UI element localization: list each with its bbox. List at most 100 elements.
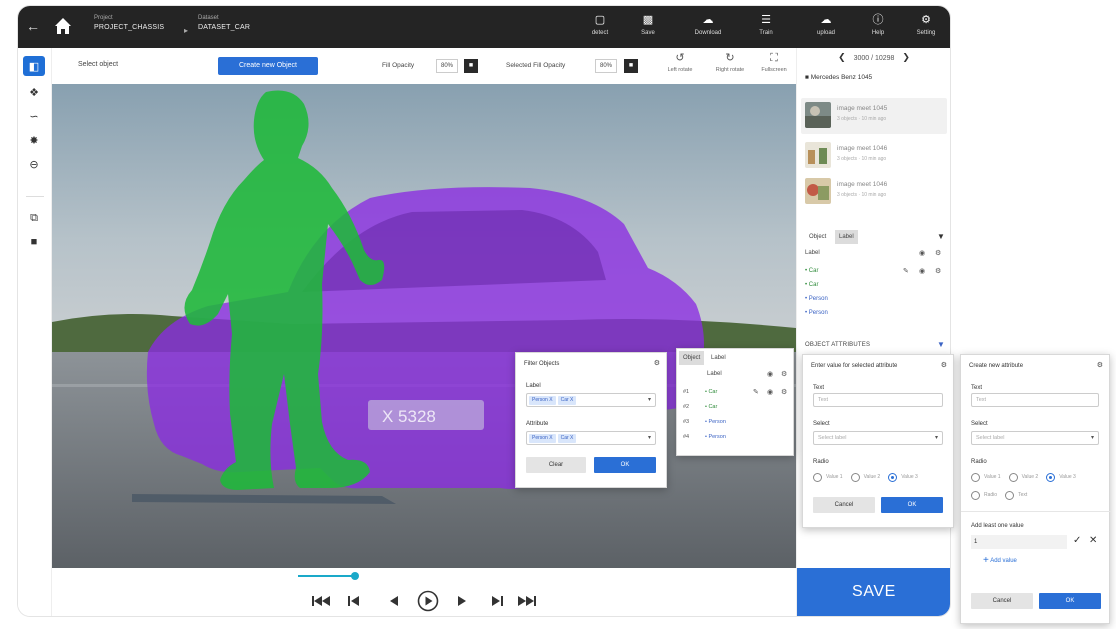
radio-option[interactable] <box>971 490 980 500</box>
breadcrumb-project[interactable]: Project PROJECT_CHASSIS <box>94 15 164 31</box>
step-back-button[interactable] <box>344 593 362 609</box>
filter-attribute-select[interactable]: Person X Car X ▾ <box>526 431 656 445</box>
point-tool[interactable]: ✸ <box>23 130 45 150</box>
fullscreen-button[interactable]: ⛶ Fullscreen <box>750 52 798 73</box>
radio-option[interactable] <box>1008 472 1018 482</box>
previous-frame-button[interactable] <box>386 593 402 609</box>
image-list-item[interactable]: image meet 1046 3 objects · 10 min ago <box>801 138 947 174</box>
tab-label[interactable]: Label <box>835 230 858 244</box>
text-input[interactable]: Text <box>971 393 1099 407</box>
select-input[interactable]: Select label ▾ <box>971 431 1099 445</box>
radio-option[interactable] <box>971 472 980 482</box>
home-icon[interactable] <box>52 15 74 37</box>
save-button[interactable]: SAVE <box>797 568 950 616</box>
circle-tool[interactable]: ⊖ <box>23 154 45 174</box>
pager-next-icon[interactable]: ❯ <box>902 52 910 62</box>
brush-tool[interactable]: ❖ <box>23 82 45 102</box>
fill-opacity-color-swatch[interactable]: ■ <box>464 59 478 73</box>
visibility-icon[interactable]: ◉ <box>767 370 773 378</box>
image-list-item[interactable]: image meet 1046 3 objects · 10 min ago <box>801 174 947 210</box>
add-value-link[interactable]: + Add value <box>983 555 1017 566</box>
label-list-item[interactable]: • Car <box>805 268 818 274</box>
visibility-icon[interactable]: ◉ <box>919 267 925 275</box>
ok-button[interactable]: OK <box>881 497 943 513</box>
breadcrumb-dataset[interactable]: Dataset DATASET_CAR <box>198 15 250 31</box>
popup-tab-object[interactable]: Object <box>679 351 705 365</box>
gear-icon[interactable]: ⚙ <box>941 361 947 369</box>
radio-option[interactable] <box>1005 490 1015 500</box>
back-arrow-icon[interactable]: ← <box>26 18 40 34</box>
label-list-item[interactable]: • Person <box>805 310 828 316</box>
layers-tool[interactable]: ◧ <box>23 56 45 76</box>
train-button[interactable]: ☰ Train <box>744 13 788 36</box>
ok-button[interactable]: OK <box>1039 593 1101 609</box>
filter-icon[interactable]: ▼ <box>937 232 945 241</box>
text-input[interactable]: Text <box>813 393 943 407</box>
upload-button[interactable]: ☁ upload <box>804 13 848 36</box>
radio-option-selected[interactable] <box>888 472 898 482</box>
popup-row-label[interactable]: • Person <box>705 434 726 440</box>
gear-icon[interactable]: ⚙ <box>654 359 660 367</box>
cancel-button[interactable]: Cancel <box>971 593 1033 609</box>
filter-chip[interactable]: Car X <box>557 396 577 405</box>
timeline-handle[interactable] <box>351 572 359 580</box>
filter-clear-button[interactable]: Clear <box>526 457 586 473</box>
filter-ok-button[interactable]: OK <box>594 457 656 473</box>
filter-chip[interactable]: Person X <box>529 434 556 443</box>
filter-chip[interactable]: Car X <box>557 434 577 443</box>
confirm-check-icon[interactable]: ✓ <box>1073 535 1081 546</box>
visibility-icon[interactable]: ◉ <box>767 388 773 396</box>
pager-prev-icon[interactable]: ❮ <box>838 52 846 62</box>
annotation-canvas[interactable]: X 5328 <box>52 84 796 568</box>
save-tool-button[interactable]: ▩ Save <box>626 13 670 36</box>
popup-tab-label[interactable]: Label <box>707 351 730 365</box>
radio-option[interactable] <box>850 472 860 482</box>
gear-icon[interactable]: ⚙ <box>1097 361 1103 369</box>
timeline-scrubber[interactable] <box>298 572 359 580</box>
close-icon[interactable]: ✕ <box>1089 535 1097 546</box>
step-forward-button[interactable] <box>488 593 506 609</box>
image-thumbnail <box>805 178 831 204</box>
selected-fill-color-swatch[interactable]: ■ <box>624 59 638 73</box>
filter-chip[interactable]: Person X <box>529 396 556 405</box>
right-rotate-button[interactable]: ↻ Right rotate <box>706 52 754 73</box>
popup-row-label[interactable]: • Car <box>705 389 717 395</box>
download-button[interactable]: ☁ Download <box>686 13 730 36</box>
selected-fill-opacity-input[interactable]: 80% <box>595 59 617 73</box>
select-object-label[interactable]: Select object <box>78 61 118 68</box>
radio-option[interactable] <box>813 472 822 482</box>
settings-icon[interactable]: ⚙ <box>781 370 787 378</box>
settings-icon[interactable]: ⚙ <box>781 388 787 396</box>
left-rotate-button[interactable]: ↺ Left rotate <box>656 52 704 73</box>
radio-group: Radio Text <box>971 489 1031 501</box>
create-object-button[interactable]: Create new Object <box>218 57 318 75</box>
next-frame-button[interactable] <box>454 593 470 609</box>
label-list-item[interactable]: • Car <box>805 282 818 288</box>
popup-row-label[interactable]: • Person <box>705 419 726 425</box>
fill-opacity-input[interactable]: 80% <box>436 59 458 73</box>
filter-label-select[interactable]: Person X Car X ▾ <box>526 393 656 407</box>
cancel-button[interactable]: Cancel <box>813 497 875 513</box>
settings-icon[interactable]: ⚙ <box>935 249 941 257</box>
skip-start-button[interactable] <box>310 593 332 609</box>
copy-tool[interactable]: ⧉ <box>23 208 45 228</box>
settings-icon[interactable]: ⚙ <box>935 267 941 275</box>
tab-object[interactable]: Object <box>805 230 830 244</box>
edit-icon[interactable]: ✎ <box>903 267 909 275</box>
setting-button[interactable]: ⚙ Setting <box>904 13 948 36</box>
popup-row-label[interactable]: • Car <box>705 404 717 410</box>
skip-end-button[interactable] <box>516 593 538 609</box>
detect-button[interactable]: ▢ detect <box>578 13 622 36</box>
polyline-tool[interactable]: ∽ <box>23 106 45 126</box>
radio-option-selected[interactable] <box>1046 472 1056 482</box>
value-input[interactable]: 1 <box>971 535 1067 549</box>
play-button[interactable] <box>416 589 440 613</box>
edit-icon[interactable]: ✎ <box>753 388 759 396</box>
video-tool[interactable]: ■ <box>23 232 45 252</box>
attributes-filter-icon[interactable]: ▼ <box>937 340 945 349</box>
label-list-item[interactable]: • Person <box>805 296 828 302</box>
visibility-icon[interactable]: ◉ <box>919 249 925 257</box>
help-button[interactable]: ⓘ Help <box>856 13 900 36</box>
image-list-item[interactable]: image meet 1045 3 objects · 10 min ago <box>801 98 947 134</box>
select-input[interactable]: Select label ▾ <box>813 431 943 445</box>
